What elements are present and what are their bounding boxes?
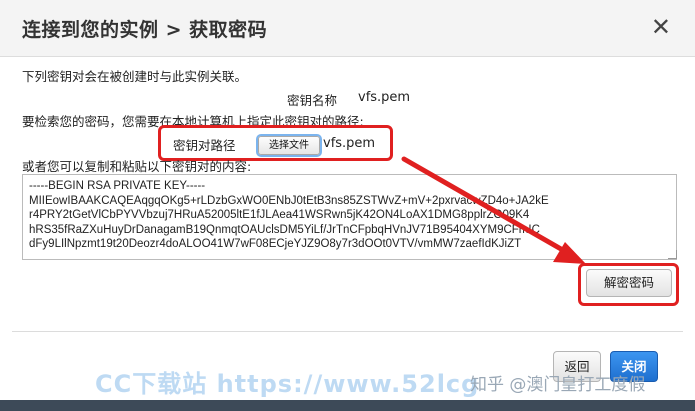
key-name-label: 密钥名称	[287, 93, 338, 108]
chosen-file-name: vfs.pem	[323, 136, 376, 151]
private-key-textarea[interactable]: -----BEGIN RSA PRIVATE KEY----- MIIEowIB…	[22, 174, 677, 260]
choose-file-button[interactable]: 选择文件	[258, 136, 320, 155]
retrieve-instructions: 要检索您的密码，您需要在本地计算机上指定此密钥对的路径:	[22, 114, 364, 129]
dialog-header: 连接到您的实例 > 获取密码 ✕	[0, 0, 695, 57]
close-icon[interactable]: ✕	[651, 13, 671, 41]
paste-instructions: 或者您可以复制和粘贴以下密钥对的内容:	[22, 159, 252, 174]
watermark-credit: 知乎 @澳门皇打工度假	[470, 375, 646, 395]
intro-text: 下列密钥对会在被创建时与此实例关联。	[22, 69, 248, 84]
bottom-strip	[0, 400, 695, 411]
get-password-dialog: 连接到您的实例 > 获取密码 ✕ 下列密钥对会在被创建时与此实例关联。 密钥名称…	[0, 0, 695, 411]
dialog-title: 连接到您的实例 > 获取密码	[22, 19, 268, 41]
key-path-label: 密钥对路径	[173, 138, 236, 153]
decrypt-password-button[interactable]: 解密密码	[586, 269, 672, 297]
key-name-value: vfs.pem	[358, 90, 411, 105]
watermark-text: CC下载站 https://www.52lcg	[95, 370, 480, 398]
footer-divider	[12, 331, 683, 332]
resize-handle-icon[interactable]	[668, 250, 677, 259]
